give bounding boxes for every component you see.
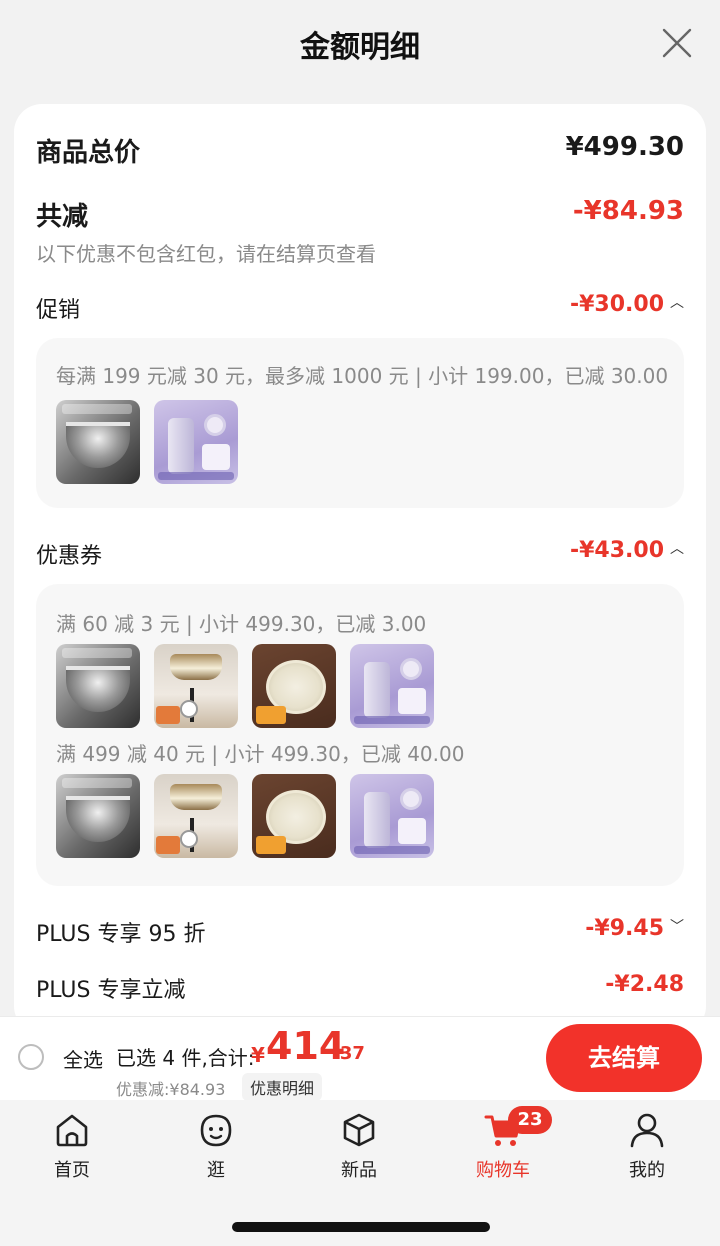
tab-browse-label: 逛	[207, 1160, 225, 1181]
coupon-rule-text: 满 60 减 3 元 | 小计 499.30，已减 3.00	[56, 612, 427, 636]
total-amount-decimal: .37	[333, 1043, 365, 1064]
tab-browse[interactable]: 逛	[171, 1110, 261, 1182]
plus-reduce-value: -¥2.48	[605, 972, 684, 997]
product-thumb-ceiling-lamp[interactable]	[154, 644, 238, 728]
tab-new-label: 新品	[341, 1160, 377, 1181]
total-reduce-value: -¥84.93	[572, 196, 684, 226]
promotion-value: -¥30.00	[569, 292, 664, 317]
tab-home-label: 首页	[54, 1160, 90, 1181]
cart-count-badge: 23	[508, 1106, 552, 1134]
page-title: 金额明细	[300, 30, 420, 65]
home-icon	[56, 1114, 88, 1147]
chevron-down-icon[interactable]: ﹀	[670, 916, 684, 936]
red-packet-note: 以下优惠不包含红包，请在结算页查看	[36, 242, 376, 266]
coupon-row[interactable]: 优惠券 -¥43.00 ︿	[36, 538, 684, 570]
product-thumb-plate[interactable]	[252, 644, 336, 728]
plus-reduce-label: PLUS 专享立减	[36, 978, 186, 1003]
total-currency: ¥	[251, 1043, 265, 1067]
tab-mine-label: 我的	[629, 1160, 665, 1181]
product-thumb-steel-bowl[interactable]	[56, 644, 140, 728]
promotion-label: 促销	[36, 298, 81, 323]
selected-count: 已选 4 件,合计:	[116, 1046, 255, 1070]
coupon-label: 优惠券	[36, 544, 103, 569]
total-reduce-label: 共减	[36, 202, 89, 232]
plus-discount-value: -¥9.45	[585, 916, 664, 941]
goods-total-label: 商品总价	[36, 138, 141, 168]
promotion-value-wrap: -¥30.00 ︿	[570, 292, 684, 317]
divider	[0, 1016, 720, 1017]
chevron-up-icon[interactable]: ︿	[670, 538, 684, 558]
discount-note: 优惠减:¥84.93	[116, 1080, 226, 1099]
total-reduce-row: 共减 -¥84.93	[36, 196, 684, 232]
coupon-rule-text: 满 499 减 40 元 | 小计 499.30，已减 40.00	[56, 742, 465, 766]
coupon-detail-box: 满 60 减 3 元 | 小计 499.30，已减 3.00 满 499 减 4…	[36, 584, 684, 886]
select-all-label[interactable]: 全选	[63, 1044, 103, 1073]
person-icon	[630, 1113, 664, 1148]
goods-total-row: 商品总价 ¥499.30	[36, 132, 684, 168]
tab-new[interactable]: 新品	[314, 1110, 404, 1182]
promotion-products	[56, 400, 238, 484]
product-thumb-cup[interactable]	[350, 644, 434, 728]
chevron-up-icon[interactable]: ︿	[670, 292, 684, 312]
coupon-products-1	[56, 644, 434, 728]
plus-discount-row[interactable]: PLUS 专享 95 折 -¥9.45 ﹀	[36, 916, 684, 948]
home-indicator	[232, 1222, 490, 1232]
coupon-products-2	[56, 774, 434, 858]
product-thumb-cup[interactable]	[350, 774, 434, 858]
coupon-value-wrap: -¥43.00 ︿	[570, 538, 684, 563]
checkout-button[interactable]: 去结算	[546, 1024, 702, 1092]
tab-home[interactable]: 首页	[27, 1110, 117, 1182]
select-all-radio[interactable]	[18, 1044, 44, 1070]
tab-cart-label: 购物车	[476, 1160, 530, 1181]
goods-total-value: ¥499.30	[565, 132, 684, 162]
box-icon	[343, 1113, 375, 1147]
plus-discount-label: PLUS 专享 95 折	[36, 922, 206, 947]
discount-detail-link[interactable]: 优惠明细	[242, 1073, 323, 1101]
tab-mine[interactable]: 我的	[602, 1110, 692, 1182]
product-thumb-steel-bowl[interactable]	[56, 774, 140, 858]
promotion-row[interactable]: 促销 -¥30.00 ︿	[36, 292, 684, 324]
promotion-detail-box: 每满 199 元减 30 元，最多减 1000 元 | 小计 199.00，已减…	[36, 338, 684, 508]
plus-discount-value-wrap: -¥9.45 ﹀	[585, 916, 684, 941]
product-thumb-plate[interactable]	[252, 774, 336, 858]
plus-reduce-row: PLUS 专享立减 -¥2.48	[36, 972, 684, 1004]
close-icon[interactable]	[660, 26, 694, 60]
amount-detail-card: 商品总价 ¥499.30 共减 -¥84.93 以下优惠不包含红包，请在结算页查…	[14, 104, 706, 1034]
product-thumb-ceiling-lamp[interactable]	[154, 774, 238, 858]
face-icon	[200, 1114, 232, 1147]
promotion-rule-text: 每满 199 元减 30 元，最多减 1000 元 | 小计 199.00，已减…	[56, 364, 669, 388]
product-thumb-cup[interactable]	[154, 400, 238, 484]
product-thumb-steel-bowl[interactable]	[56, 400, 140, 484]
coupon-value: -¥43.00	[569, 538, 664, 563]
